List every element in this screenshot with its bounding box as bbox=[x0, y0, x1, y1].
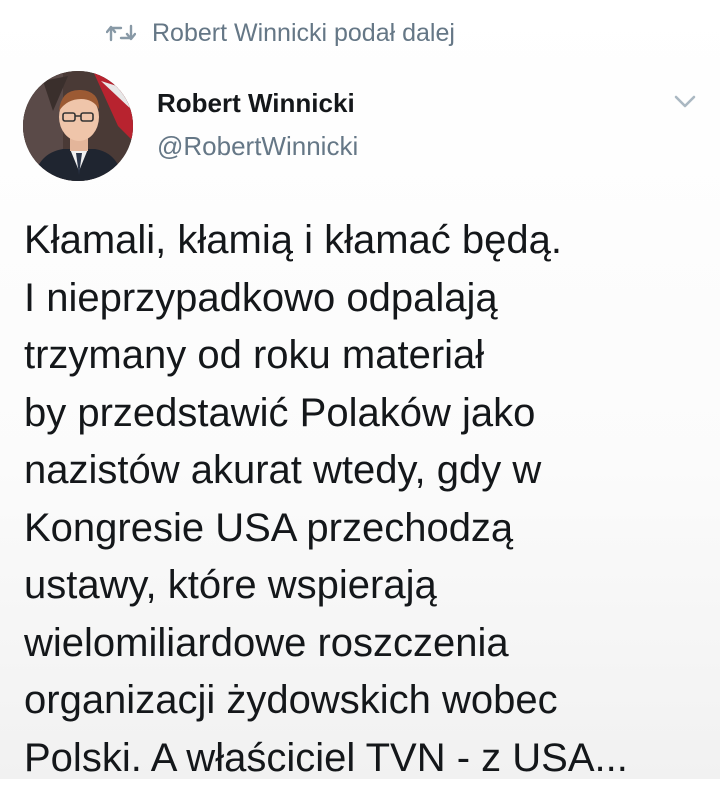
author-name[interactable]: Robert Winnicki bbox=[157, 88, 355, 119]
avatar[interactable] bbox=[23, 71, 133, 181]
tweet-text-line: ustawy, które wspierają bbox=[24, 557, 704, 615]
author-handle[interactable]: @RobertWinnicki bbox=[157, 131, 358, 162]
tweet-text-line: I nieprzypadkowo odpalają bbox=[24, 270, 704, 328]
tweet-text-line: by przedstawić Polaków jako bbox=[24, 385, 704, 443]
retweet-icon bbox=[106, 21, 136, 45]
avatar-photo bbox=[23, 71, 133, 181]
chevron-down-icon[interactable] bbox=[672, 88, 698, 114]
tweet-text-line: trzymany od roku materiał bbox=[24, 327, 704, 385]
retweet-notice[interactable]: Robert Winnicki podał dalej bbox=[106, 16, 455, 50]
tweet-text-line: nazistów akurat wtedy, gdy w bbox=[24, 442, 704, 500]
tweet-text-line: Kłamali, kłamią i kłamać będą. bbox=[24, 212, 704, 270]
tweet-text: Kłamali, kłamią i kłamać będą. I nieprzy… bbox=[24, 212, 704, 787]
tweet-text-line: Kongresie USA przechodzą bbox=[24, 500, 704, 558]
tweet-text-line: Polski. A właściciel TVN - z USA... bbox=[24, 730, 704, 787]
tweet-text-line: organizacji żydowskich wobec bbox=[24, 672, 704, 730]
retweet-label: Robert Winnicki podał dalej bbox=[152, 19, 455, 48]
tweet-text-line: wielomiliardowe roszczenia bbox=[24, 615, 704, 673]
